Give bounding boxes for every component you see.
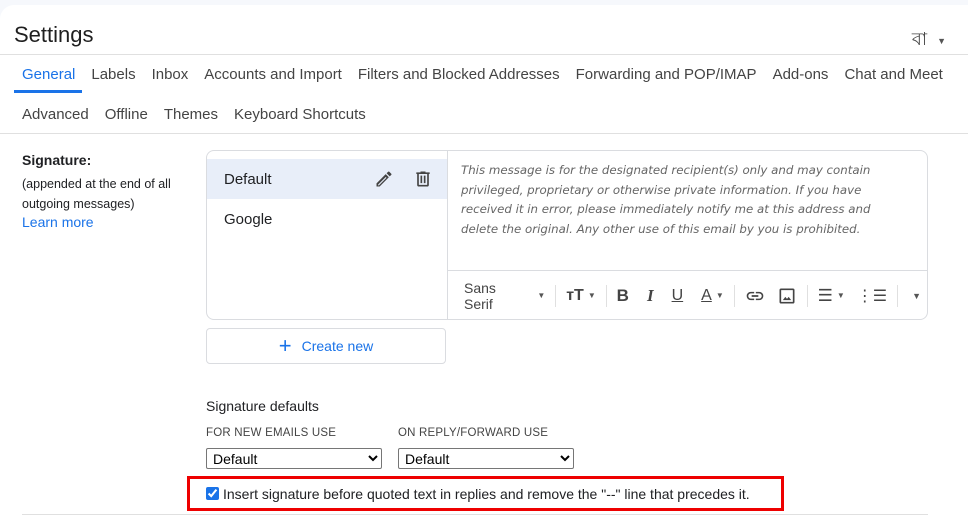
signature-label: Signature: bbox=[22, 152, 92, 168]
tab-offline[interactable]: Offline bbox=[97, 106, 156, 123]
new-emails-label: FOR NEW EMAILS USE bbox=[206, 427, 337, 439]
tab-general[interactable]: General bbox=[14, 66, 83, 83]
tab-advanced[interactable]: Advanced bbox=[14, 106, 97, 123]
link-icon[interactable] bbox=[739, 284, 771, 308]
tabs-row-2: Advanced Offline Themes Keyboard Shortcuts bbox=[14, 106, 374, 123]
signature-name: Default bbox=[224, 170, 272, 188]
signature-list: Default Google bbox=[207, 151, 448, 319]
divider bbox=[733, 284, 735, 307]
reply-forward-label: ON REPLY/FORWARD USE bbox=[398, 427, 549, 439]
tab-forwarding-and-pop-imap[interactable]: Forwarding and POP/IMAP bbox=[568, 66, 765, 83]
divider bbox=[605, 284, 607, 307]
divider bbox=[555, 284, 557, 307]
divider bbox=[897, 284, 899, 307]
signature-text[interactable]: This message is for the designated recip… bbox=[461, 161, 911, 240]
numbered-list-icon[interactable]: ⋮☰ bbox=[851, 284, 893, 308]
formatting-toolbar: Sans Serif ▼ тT ▼ B I U A ▼ ☰ ▼ ⋮☰ ▼ bbox=[448, 270, 927, 319]
divider bbox=[806, 284, 808, 307]
tab-labels[interactable]: Labels bbox=[83, 66, 143, 83]
plus-icon: + bbox=[278, 333, 292, 358]
image-icon[interactable] bbox=[771, 284, 803, 308]
caret-down-icon: ▼ bbox=[537, 291, 546, 300]
create-new-label: Create new bbox=[301, 338, 374, 354]
tab-chat-and-meet[interactable]: Chat and Meet bbox=[836, 66, 950, 83]
more-icon[interactable]: ▼ bbox=[902, 284, 927, 308]
signature-defaults-heading: Signature defaults bbox=[206, 398, 319, 414]
tab-themes[interactable]: Themes bbox=[156, 106, 226, 123]
italic-icon[interactable]: I bbox=[641, 284, 660, 308]
active-tab-indicator bbox=[14, 90, 82, 93]
signature-item-default[interactable]: Default bbox=[207, 159, 447, 199]
align-icon[interactable]: ☰ ▼ bbox=[812, 284, 851, 308]
tab-inbox[interactable]: Inbox bbox=[144, 66, 197, 83]
tabs-row-1: General Labels Inbox Accounts and Import Fil… bbox=[14, 66, 951, 83]
divider bbox=[0, 54, 968, 55]
signature-item-google[interactable]: Google bbox=[207, 199, 447, 239]
language-indicator: বা bbox=[911, 29, 928, 49]
settings-panel: Settings বা ▼ General Labels Inbox Accounts … bbox=[0, 5, 968, 525]
font-select[interactable]: Sans Serif ▼ bbox=[458, 280, 551, 312]
tab-accounts-and-import[interactable]: Accounts and Import bbox=[196, 66, 350, 83]
insert-before-quoted-label[interactable]: Insert signature before quoted text in r… bbox=[223, 486, 750, 502]
input-tools-button[interactable]: বা ▼ bbox=[912, 25, 946, 56]
create-new-button[interactable]: + Create new bbox=[206, 328, 446, 364]
tab-filters-and-blocked-addresses[interactable]: Filters and Blocked Addresses bbox=[350, 66, 568, 83]
edit-icon[interactable] bbox=[374, 169, 394, 189]
reply-forward-select[interactable]: Default bbox=[398, 448, 574, 469]
delete-icon[interactable] bbox=[413, 169, 433, 189]
font-name: Sans Serif bbox=[464, 279, 496, 312]
signature-sublabel: (appended at the end of all outgoing mes… bbox=[22, 177, 171, 211]
text-color-icon[interactable]: A ▼ bbox=[695, 284, 730, 308]
divider bbox=[0, 133, 968, 134]
signature-editor-box: Default Google This message is for the d… bbox=[206, 150, 928, 320]
underline-icon[interactable]: U bbox=[666, 284, 690, 308]
bold-icon[interactable]: B bbox=[611, 284, 635, 308]
insert-before-quoted-highlight: Insert signature before quoted text in r… bbox=[187, 476, 784, 511]
insert-before-quoted-checkbox[interactable] bbox=[206, 487, 219, 500]
page-title: Settings bbox=[14, 22, 94, 47]
text-size-icon[interactable]: тT ▼ bbox=[560, 284, 602, 308]
caret-down-icon: ▼ bbox=[937, 35, 946, 46]
learn-more-link[interactable]: Learn more bbox=[22, 214, 94, 230]
tab-add-ons[interactable]: Add-ons bbox=[765, 66, 837, 83]
tab-keyboard-shortcuts[interactable]: Keyboard Shortcuts bbox=[226, 106, 374, 123]
new-emails-select[interactable]: Default bbox=[206, 448, 382, 469]
signature-name: Google bbox=[224, 210, 273, 228]
